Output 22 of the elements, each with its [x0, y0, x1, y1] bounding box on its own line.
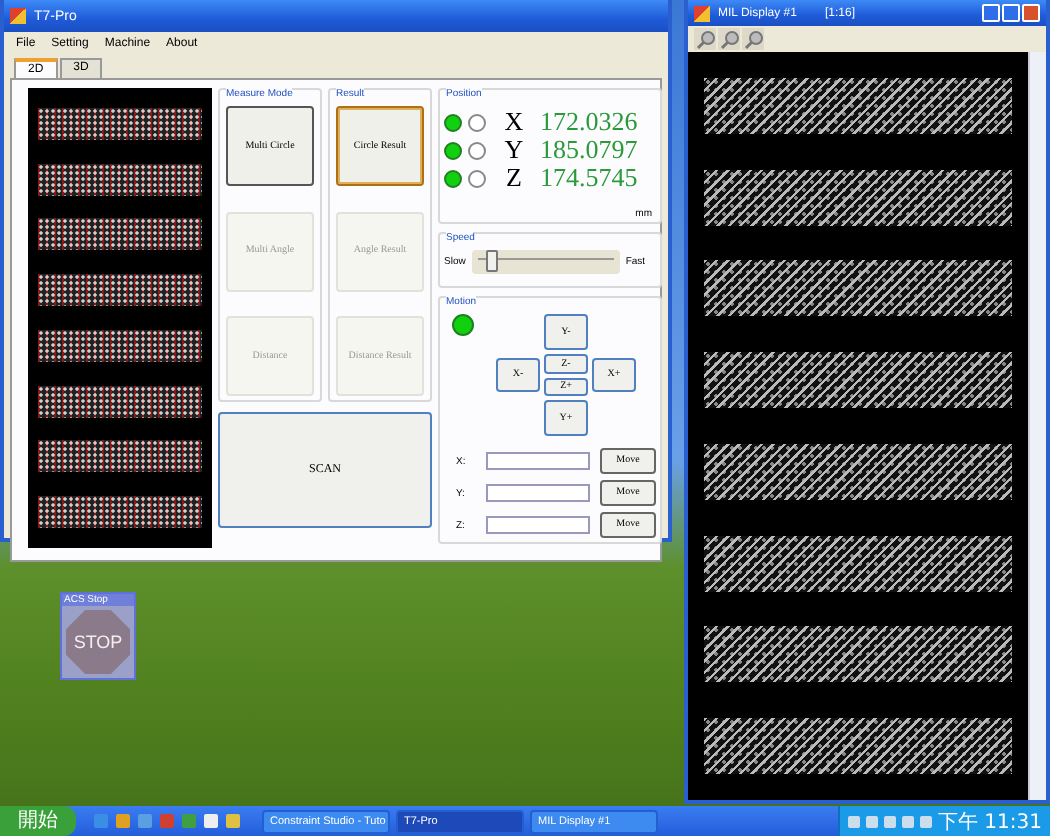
app-icon	[694, 5, 710, 21]
coordinate-field[interactable]	[486, 516, 590, 534]
position-value: 185.0797	[540, 138, 640, 162]
stop-button[interactable]: STOP	[66, 610, 130, 674]
minimize-icon[interactable]	[982, 4, 1000, 22]
magnifier-icon[interactable]	[742, 28, 764, 50]
speed-slider[interactable]	[471, 250, 620, 274]
position-value: 174.5745	[540, 166, 640, 190]
maximize-icon[interactable]	[1002, 4, 1020, 22]
scrollbar[interactable]	[1028, 52, 1046, 800]
magnifier-icon[interactable]	[718, 28, 740, 50]
app-icon	[10, 8, 26, 24]
slider-thumb[interactable]	[486, 250, 499, 272]
magnifier-icon[interactable]	[694, 28, 716, 50]
axis-label: Y	[502, 138, 526, 162]
coordinate-field[interactable]	[486, 452, 590, 470]
clock: 下午 11:31	[938, 809, 1042, 835]
axis-label: Z	[504, 166, 524, 190]
coordinate-field[interactable]	[486, 484, 590, 502]
position-value: 172.0326	[540, 110, 640, 134]
axis-label: X	[502, 110, 526, 134]
close-icon[interactable]	[1022, 4, 1040, 22]
